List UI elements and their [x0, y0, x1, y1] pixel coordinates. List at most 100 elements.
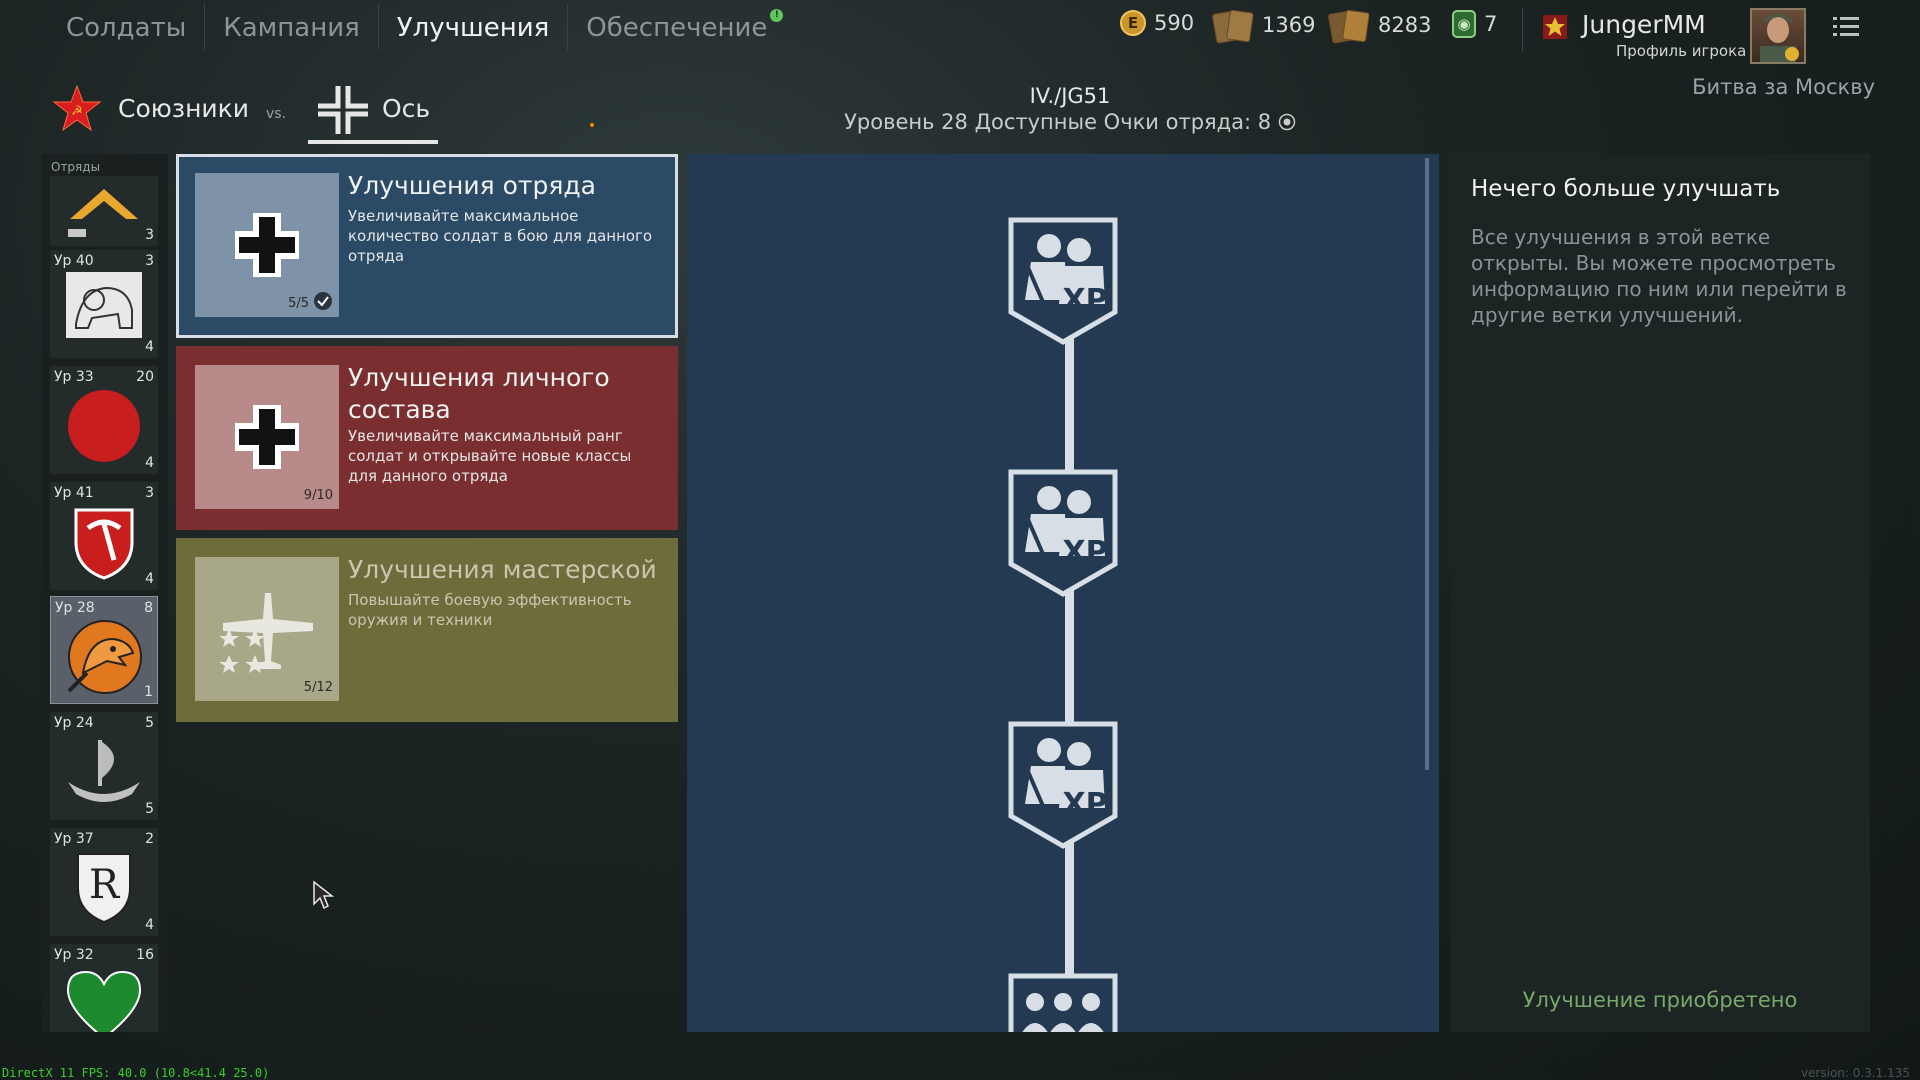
squad-level: Ур 32 — [54, 947, 94, 963]
tree-node-label: XP — [1062, 535, 1107, 570]
eagle-emblem-icon — [67, 620, 142, 694]
soldiers-xp-icon: XP — [1008, 469, 1118, 597]
info-title: Нечего больше улучшать — [1471, 176, 1781, 202]
squad-points: 20 — [136, 369, 154, 385]
info-description: Все улучшения в этой ветке открыты. Вы м… — [1471, 225, 1847, 327]
unit-name: IV./JG51 — [1029, 84, 1111, 108]
squad-card-1[interactable]: Ур 40 3 4 — [50, 250, 158, 358]
squad-count: 3 — [145, 227, 154, 243]
upgrade-tree-panel: XP XP XP — [687, 154, 1439, 1032]
squad-card-6[interactable]: Ур 37 2 R 4 — [50, 828, 158, 936]
squad-level: Ур 40 — [54, 253, 94, 269]
player-profile-link[interactable]: Профиль игрока — [1616, 42, 1746, 60]
faction-selected-underline — [308, 140, 438, 144]
viking-ship-emblem-icon — [68, 740, 140, 802]
squads-sidebar: Отряды 3 Ур 40 3 4 Ур 33 20 4 Ур 41 3 4 … — [42, 154, 168, 1032]
squad-points: 16 — [136, 947, 154, 963]
soldiers-xp-icon: XP — [1008, 217, 1118, 345]
tickets-currency[interactable]: ◉ 7 — [1452, 10, 1497, 38]
upgrade-progress: 5/12 — [303, 680, 333, 695]
squad-count: 4 — [145, 571, 154, 587]
squad-points: 3 — [145, 253, 154, 269]
upgrade-description: Увеличивайте максимальный ранг солдат и … — [348, 427, 632, 485]
squad-card-0[interactable]: 3 — [50, 176, 158, 246]
upgrade-title: Улучшения отряда — [348, 171, 596, 200]
squad-points: 5 — [145, 715, 154, 731]
orders-currency-2[interactable]: 8283 — [1327, 9, 1432, 44]
unit-level-points: Уровень 28 Доступные Очки отряда: 8 — [0, 110, 1920, 134]
squad-upgrade-icon: 5/5 — [195, 173, 339, 317]
squad-level: Ур 28 — [55, 600, 95, 616]
upgrade-title: Улучшения личного состава — [348, 363, 610, 424]
tab-soldiers[interactable]: Солдаты — [48, 3, 204, 51]
squad-card-7[interactable]: Ур 32 16 — [50, 944, 158, 1032]
upgrade-card-personnel[interactable]: 9/10 Улучшения личного состава Увеличива… — [176, 346, 678, 530]
rank-star-icon — [1543, 15, 1567, 39]
orders-cards-icon — [1211, 9, 1254, 44]
tree-node-label: XP — [1062, 787, 1107, 822]
completed-check-icon — [314, 292, 332, 310]
upgrade-card-workshop[interactable]: 5/12 Улучшения мастерской Повышайте боев… — [176, 538, 678, 722]
green-heart-emblem-icon — [66, 970, 142, 1032]
r-shield-emblem-icon: R — [77, 853, 131, 924]
fps-counter: DirectX 11 FPS: 40.0 (10.8<41.4 25.0) — [2, 1066, 270, 1080]
menu-icon[interactable] — [1833, 16, 1859, 38]
tab-upgrades[interactable]: Улучшения — [379, 3, 568, 51]
tab-supply[interactable]: Обеспечение ! — [568, 3, 785, 51]
upgrade-title: Улучшения мастерской — [348, 555, 657, 584]
tree-connector-line — [1065, 284, 1074, 1032]
squad-count: 5 — [145, 801, 154, 817]
lion-emblem-icon — [66, 272, 142, 338]
tickets-amount: 7 — [1484, 12, 1498, 36]
squad-level: Ур 41 — [54, 485, 94, 501]
squad-count: 4 — [145, 339, 154, 355]
tree-node-label: XP — [1062, 283, 1107, 318]
squad-count: 4 — [145, 917, 154, 933]
tab-campaign[interactable]: Кампания — [205, 3, 377, 51]
squad-points: 3 — [145, 485, 154, 501]
unit-level-text: Уровень 28 Доступные Очки отряда: 8 — [844, 110, 1272, 134]
upgrade-status: Улучшение приобретено — [1522, 988, 1798, 1012]
squad-size-icon — [1008, 973, 1118, 1032]
chevron-emblem-icon — [68, 189, 138, 237]
squad-count: 4 — [145, 455, 154, 471]
top-navigation: Солдаты Кампания Улучшения Обеспечение ! — [48, 0, 785, 54]
upgrade-card-squad[interactable]: 5/5 Улучшения отряда Увеличивайте максим… — [176, 154, 678, 338]
orders-amount-2: 8283 — [1378, 13, 1432, 37]
tree-node-2[interactable]: XP — [1007, 468, 1119, 598]
orders-cards-gold-icon — [1327, 9, 1370, 44]
squad-card-4-selected[interactable]: Ур 28 8 1 — [50, 596, 158, 704]
soldier-portrait-icon — [1760, 14, 1799, 62]
squad-level: Ур 37 — [54, 831, 94, 847]
mouse-cursor-icon — [313, 880, 334, 910]
tree-node-1[interactable]: XP — [1007, 216, 1119, 346]
upgrade-progress: 5/5 — [288, 296, 309, 311]
version-label: version: 0.3.1.135 — [1800, 1066, 1910, 1080]
gold-amount: 590 — [1154, 11, 1195, 35]
personnel-upgrade-icon: 9/10 — [195, 365, 339, 509]
gold-coin-icon: E — [1120, 10, 1146, 36]
workshop-upgrade-icon: 5/12 — [195, 557, 339, 701]
squad-card-2[interactable]: Ур 33 20 4 — [50, 366, 158, 474]
tree-node-4[interactable] — [1007, 972, 1119, 1032]
squad-level: Ур 33 — [54, 369, 94, 385]
tree-node-3[interactable]: XP — [1007, 720, 1119, 850]
svg-text:R: R — [89, 862, 121, 908]
tree-scrollbar[interactable] — [1425, 158, 1429, 770]
soldiers-xp-icon: XP — [1008, 721, 1118, 849]
upgrade-description: Увеличивайте максимальное количество сол… — [348, 207, 653, 265]
notification-badge: ! — [770, 9, 784, 22]
squad-level: Ур 24 — [54, 715, 94, 731]
squad-points-icon — [1278, 113, 1296, 131]
header-divider — [1522, 8, 1523, 52]
squad-count: 1 — [144, 684, 153, 700]
orders-currency-1[interactable]: 1369 — [1211, 9, 1315, 44]
username[interactable]: JungerMM — [1582, 10, 1706, 39]
gold-currency[interactable]: E 590 — [1120, 10, 1194, 36]
squad-card-5[interactable]: Ур 24 5 5 — [50, 712, 158, 820]
squad-points: 2 — [145, 831, 154, 847]
avatar[interactable] — [1750, 8, 1806, 64]
squad-card-3[interactable]: Ур 41 3 4 — [50, 482, 158, 590]
upgrade-progress: 9/10 — [303, 488, 333, 503]
squad-points: 8 — [144, 600, 153, 616]
